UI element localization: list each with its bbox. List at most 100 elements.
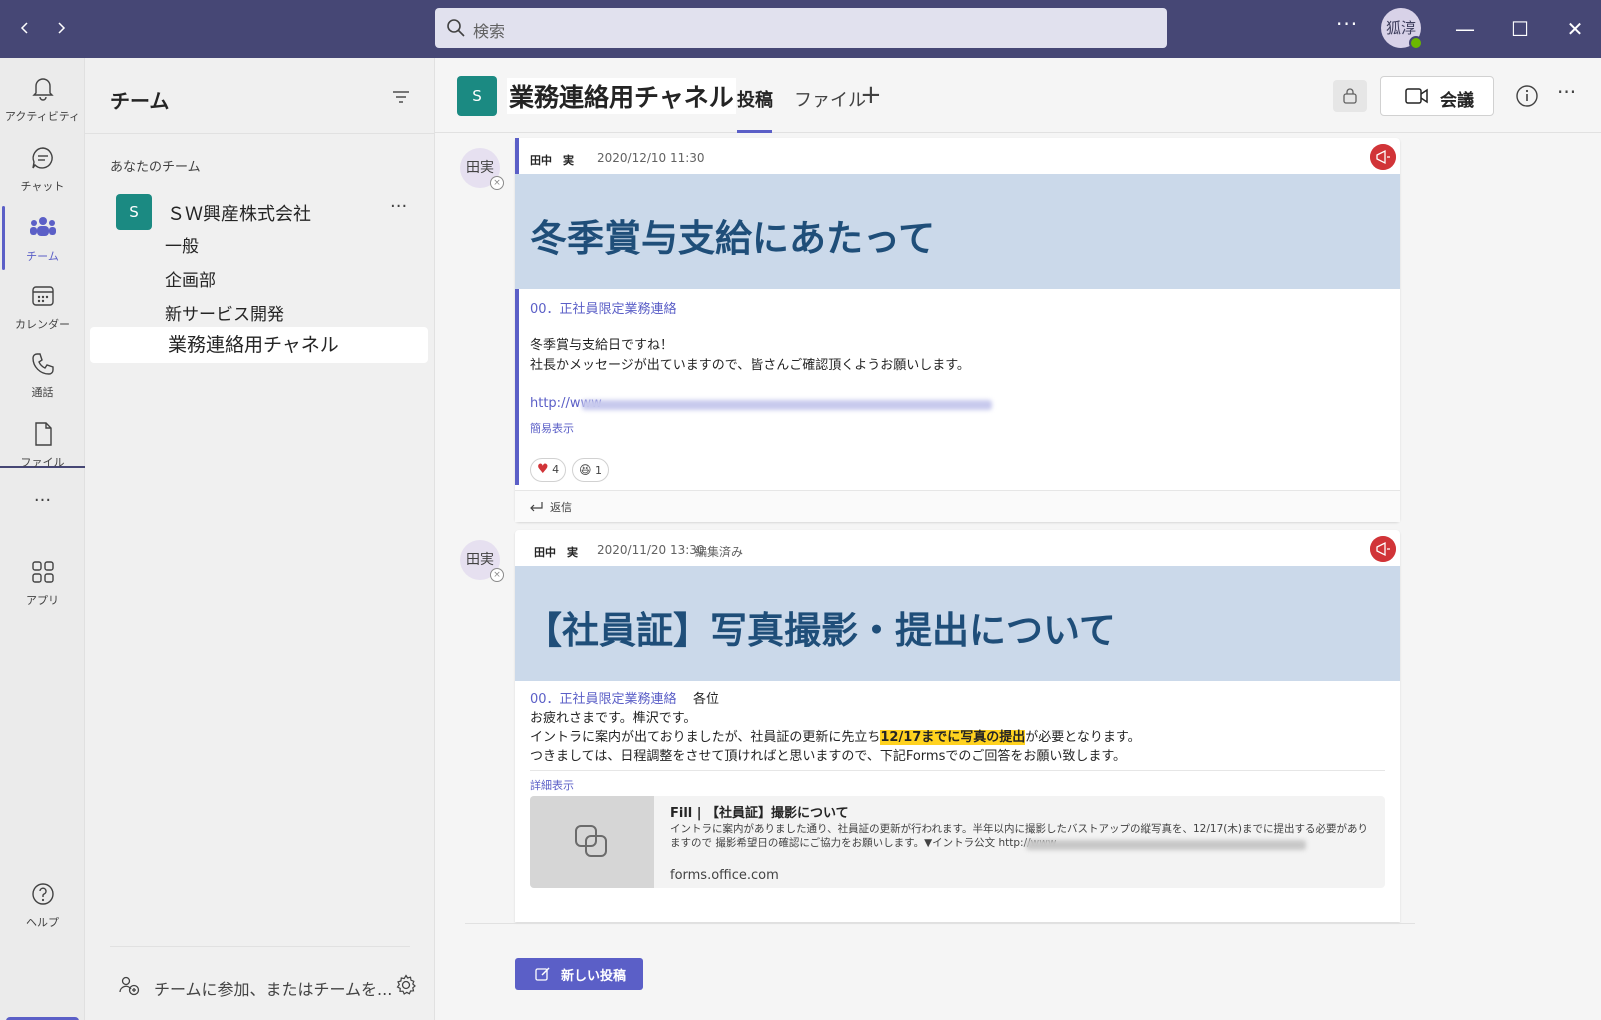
post-timestamp: 2020/11/20 13:30 bbox=[597, 543, 705, 557]
reaction-heart[interactable]: ♥ 4 bbox=[530, 458, 567, 482]
title-bar: 検索 ··· 狐淳 — ☐ ✕ bbox=[0, 0, 1601, 58]
presence-offline-icon: × bbox=[490, 568, 504, 582]
rail-item-apps[interactable]: アプリ bbox=[0, 550, 85, 618]
reaction-count: 1 bbox=[595, 464, 603, 477]
announcement-icon bbox=[1370, 536, 1396, 562]
rail-item-chat[interactable]: チャット bbox=[0, 136, 85, 204]
rail-item-help[interactable]: ヘルプ bbox=[0, 872, 85, 940]
post-author[interactable]: 田中 実 bbox=[530, 152, 574, 168]
filter-icon[interactable] bbox=[390, 86, 412, 108]
rail-label: 通話 bbox=[31, 386, 54, 399]
tab-files[interactable]: ファイル bbox=[794, 86, 866, 112]
message-text: が必要となります。 bbox=[1025, 730, 1141, 745]
chevron-left-icon bbox=[20, 22, 28, 34]
channel-main: S 業務連絡用チャネル 投稿 ファイル + 会議 ··· 田実 × 田中 実 2… bbox=[435, 58, 1601, 1020]
phone-icon bbox=[32, 353, 54, 375]
meet-now-button[interactable]: 会議 bbox=[1380, 76, 1494, 116]
rail-item-calls[interactable]: 通話 bbox=[0, 342, 85, 410]
panel-title: チーム bbox=[110, 89, 170, 113]
file-icon bbox=[35, 422, 52, 446]
channel-item-general[interactable]: 一般 bbox=[165, 232, 199, 257]
announcement-banner: 【社員証】写真撮影・提出について bbox=[515, 566, 1400, 681]
rail-item-calendar[interactable]: カレンダー bbox=[0, 274, 85, 342]
team-more-button[interactable]: ··· bbox=[390, 196, 407, 217]
lock-button[interactable] bbox=[1333, 80, 1367, 112]
reaction-laugh[interactable]: 😆 1 bbox=[572, 458, 610, 482]
channel-title: 業務連絡用チャネル bbox=[507, 78, 736, 114]
bell-icon bbox=[32, 78, 54, 101]
search-icon bbox=[447, 19, 465, 37]
channel-item-business[interactable]: 業務連絡用チャネル bbox=[90, 327, 428, 363]
section-heading: あなたのチーム bbox=[110, 160, 201, 175]
laugh-icon: 😆 bbox=[579, 463, 592, 477]
channel-header: S 業務連絡用チャネル 投稿 ファイル + 会議 ··· bbox=[435, 58, 1601, 133]
video-camera-icon bbox=[1405, 88, 1428, 104]
new-post-button[interactable]: 新しい投稿 bbox=[515, 958, 643, 990]
user-avatar-initials: 狐淳 bbox=[1385, 19, 1416, 37]
help-icon bbox=[32, 883, 54, 905]
post-card: 田中 実 2020/12/10 11:30 冬季賞与支給にあたって 00．正社員… bbox=[515, 138, 1400, 522]
heart-icon: ♥ bbox=[537, 462, 549, 477]
active-tab-indicator bbox=[737, 130, 772, 133]
info-icon[interactable] bbox=[1513, 82, 1541, 110]
channel-item-new-service[interactable]: 新サービス開発 bbox=[165, 300, 284, 325]
team-name: ＳＷ興産株式会社 bbox=[167, 204, 311, 225]
rail-item-teams[interactable]: チーム bbox=[0, 206, 85, 274]
back-button[interactable] bbox=[10, 14, 40, 44]
new-post-label: 新しい投稿 bbox=[561, 969, 627, 984]
reply-label: 返信 bbox=[550, 501, 572, 514]
content-divider bbox=[530, 770, 1385, 771]
teams-list-panel: チーム あなたのチーム S ＳＷ興産株式会社 ··· 一般 企画部 新サービス開… bbox=[85, 58, 435, 1020]
meet-now-label: 会議 bbox=[1440, 91, 1474, 111]
reply-icon bbox=[530, 502, 543, 512]
reply-button[interactable]: 返信 bbox=[515, 490, 1400, 522]
compose-icon bbox=[535, 967, 550, 981]
tab-posts[interactable]: 投稿 bbox=[737, 86, 773, 112]
rail-item-more[interactable]: ··· bbox=[0, 490, 85, 558]
channel-mention[interactable]: 00．正社員限定業務連絡 bbox=[530, 688, 677, 707]
post-card: 田中 実 2020/11/20 13:30 編集済み 【社員証】写真撮影・提出に… bbox=[515, 530, 1400, 922]
announcement-banner: 冬季賞与支給にあたって bbox=[515, 174, 1400, 289]
channel-more-button[interactable]: ··· bbox=[1557, 80, 1576, 104]
search-input[interactable]: 検索 bbox=[435, 8, 1167, 48]
chat-icon bbox=[32, 147, 53, 169]
rail-item-activity[interactable]: アクティビティ bbox=[0, 66, 85, 134]
chevron-right-icon bbox=[58, 22, 66, 34]
user-avatar[interactable]: 狐淳 bbox=[1381, 8, 1423, 50]
settings-more-button[interactable]: ··· bbox=[1336, 12, 1358, 36]
channel-item-planning[interactable]: 企画部 bbox=[165, 266, 216, 291]
message-line: つきましては、日程調整をさせて頂ければと思いますので、下記Formsでのご回答を… bbox=[530, 749, 1127, 764]
see-more-link[interactable]: 詳細表示 bbox=[530, 777, 574, 793]
rail-label: アプリ bbox=[26, 594, 59, 607]
join-team-link[interactable]: チームに参加、またはチームを... bbox=[154, 976, 392, 1000]
rail-item-files[interactable]: ファイル bbox=[0, 412, 85, 480]
blurred-url bbox=[582, 400, 992, 410]
message-text: イントラに案内が出ておりましたが、社員証の更新に先立ち bbox=[530, 730, 881, 745]
author-avatar[interactable]: 田実 × bbox=[460, 148, 504, 190]
announcement-headline: 【社員証】写真撮影・提出について bbox=[525, 609, 1116, 652]
post-author[interactable]: 田中 実 bbox=[534, 544, 578, 560]
forms-link-preview[interactable]: Fill | 【社員証】撮影について イントラに案内がありました通り、社員証の更… bbox=[530, 796, 1385, 888]
link-icon bbox=[575, 825, 607, 857]
gear-icon[interactable] bbox=[394, 973, 418, 997]
lock-icon bbox=[1343, 88, 1357, 104]
close-button[interactable]: ✕ bbox=[1560, 14, 1590, 44]
forward-button[interactable] bbox=[46, 14, 76, 44]
more-icon: ··· bbox=[33, 490, 52, 511]
message-line: 冬季賞与支給日ですね！ bbox=[530, 338, 674, 353]
see-less-link[interactable]: 簡易表示 bbox=[530, 420, 574, 436]
compose-divider bbox=[465, 923, 1415, 924]
team-item[interactable]: S ＳＷ興産株式会社 ··· bbox=[85, 190, 435, 232]
add-tab-button[interactable]: + bbox=[860, 80, 882, 110]
apps-icon bbox=[32, 561, 54, 583]
announcement-headline: 冬季賞与支給にあたって bbox=[530, 217, 936, 260]
rail-label: カレンダー bbox=[15, 318, 70, 331]
preview-domain: forms.office.com bbox=[670, 868, 779, 883]
channel-mention[interactable]: 00．正社員限定業務連絡 bbox=[530, 298, 677, 317]
avatar-initials: 田実 bbox=[466, 160, 494, 176]
author-avatar[interactable]: 田実 × bbox=[460, 540, 504, 582]
minimize-button[interactable]: — bbox=[1450, 14, 1480, 44]
announcement-icon bbox=[1370, 144, 1396, 170]
blurred-url bbox=[1026, 840, 1306, 850]
maximize-button[interactable]: ☐ bbox=[1505, 14, 1535, 44]
